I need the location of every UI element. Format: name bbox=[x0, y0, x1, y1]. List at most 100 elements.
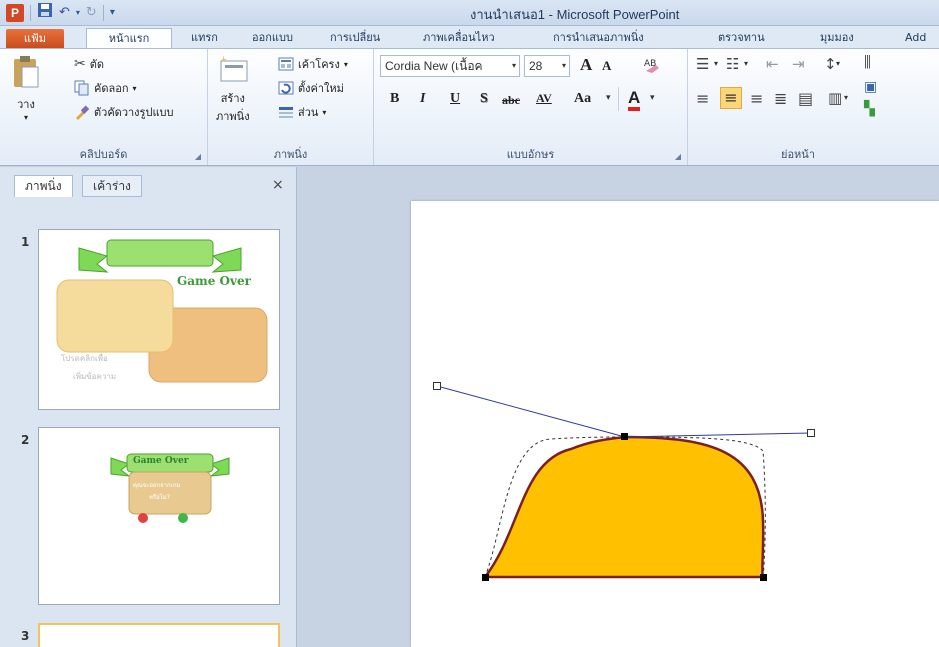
copy-button[interactable]: คัดลอก ▾ bbox=[74, 79, 137, 97]
shrink-font-button[interactable]: A bbox=[602, 58, 611, 74]
slide-number: 1 bbox=[21, 235, 30, 249]
font-size-value: 28 bbox=[529, 59, 543, 73]
font-group-label: แบบอักษร bbox=[506, 148, 555, 161]
ribbon-tabs: แฟ้ม หน้าแรก แทรก ออกแบบ การเปลี่ยน ภาพเ… bbox=[0, 26, 939, 50]
tab-home[interactable]: หน้าแรก bbox=[86, 28, 172, 50]
tab-insert[interactable]: แทรก bbox=[191, 28, 218, 48]
layout-dropdown-icon: ▾ bbox=[343, 59, 348, 69]
layout-button[interactable]: เค้าโครง ▾ bbox=[278, 55, 348, 73]
bezier-handle-left[interactable] bbox=[433, 382, 441, 390]
qat-separator bbox=[102, 5, 104, 21]
copy-dropdown-icon[interactable]: ▾ bbox=[133, 84, 137, 93]
align-right-icon[interactable]: ≡ bbox=[750, 89, 763, 108]
font-name-select[interactable]: Cordia New (เนื้อค ▾ bbox=[380, 55, 520, 77]
paste-label: วาง bbox=[17, 98, 35, 111]
underline-button[interactable]: U bbox=[450, 91, 460, 107]
undo-icon[interactable]: ↶ bbox=[59, 4, 70, 22]
font-size-dropdown-icon: ▾ bbox=[561, 61, 566, 70]
bullets-icon[interactable]: ☰ bbox=[696, 55, 709, 73]
font-name-value: Cordia New (เนื้อค bbox=[385, 59, 483, 73]
align-center-icon[interactable]: ≡ bbox=[720, 87, 742, 109]
font-size-select[interactable]: 28 ▾ bbox=[524, 55, 570, 77]
line-spacing-icon[interactable]: ↕ bbox=[824, 55, 837, 73]
tab-animations[interactable]: ภาพเคลื่อนไหว bbox=[423, 28, 495, 48]
text-direction-icon[interactable]: ⫼ bbox=[864, 53, 871, 71]
customize-qat-icon[interactable]: ▾ bbox=[110, 4, 115, 22]
new-slide-icon bbox=[220, 55, 248, 82]
change-case-dropdown-icon[interactable]: ▾ bbox=[606, 93, 611, 103]
vertex-point-bottom-right[interactable] bbox=[760, 574, 767, 581]
tab-slideshow[interactable]: การนำเสนอภาพนิ่ง bbox=[553, 28, 644, 48]
bold-button[interactable]: B bbox=[390, 91, 399, 107]
tab-design[interactable]: ออกแบบ bbox=[252, 28, 293, 48]
character-spacing-button[interactable]: AV bbox=[536, 91, 552, 106]
paste-icon bbox=[14, 56, 39, 88]
undo-dropdown-icon[interactable]: ▾ bbox=[76, 4, 80, 22]
clear-formatting-icon[interactable]: AB bbox=[642, 55, 662, 78]
shadow-button[interactable]: S bbox=[480, 91, 488, 107]
slide-2-caption-2: หรือไม่? bbox=[149, 494, 170, 501]
slide-1-caption-2: เพิ่มข้อความ bbox=[73, 372, 117, 381]
bullets-dropdown-icon[interactable]: ▾ bbox=[714, 59, 718, 68]
distributed-icon[interactable]: ▤ bbox=[798, 89, 813, 108]
section-label: ส่วน bbox=[298, 106, 319, 119]
scissors-icon: ✂ bbox=[74, 56, 86, 72]
slide-1-graphic bbox=[56, 239, 268, 383]
numbering-dropdown-icon[interactable]: ▾ bbox=[744, 59, 748, 68]
change-case-button[interactable]: Aa bbox=[574, 91, 591, 107]
slide-thumbnail-2[interactable]: Game Over คุณจะออกจากเกม หรือไม่? bbox=[38, 427, 280, 605]
paragraph-group: ☰ ▾ ☷ ▾ ⇤ ⇥ ↕ ▾ ⫼ ≡ ≡ ≡ ≣ ▤ ▥ ▾ ▣ ▚ ย่อห… bbox=[688, 49, 908, 165]
clipboard-group-label: คลิปบอร์ด bbox=[79, 148, 128, 161]
slides-group-label: ภาพนิ่ง bbox=[273, 148, 308, 161]
slides-panel: ภาพนิ่ง เค้าร่าง × 1 Game Over โปรดคลิกเ… bbox=[0, 167, 297, 647]
tab-review[interactable]: ตรวจทาน bbox=[718, 28, 765, 48]
slides-group: สร้าง ภาพนิ่ง เค้าโครง ▾ ตั้งค่าใหม่ ส่ว… bbox=[208, 49, 374, 165]
align-text-icon[interactable]: ▣ bbox=[864, 79, 877, 95]
font-color-button[interactable]: A bbox=[628, 89, 641, 111]
vertex-point-top[interactable] bbox=[621, 433, 628, 440]
new-slide-button[interactable]: สร้าง ภาพนิ่ง bbox=[216, 53, 250, 125]
slide-thumbnail-3[interactable] bbox=[38, 623, 280, 647]
smartart-icon[interactable]: ▚ bbox=[864, 101, 875, 117]
tab-file[interactable]: แฟ้ม bbox=[6, 29, 64, 49]
justify-icon[interactable]: ≣ bbox=[774, 89, 787, 108]
tab-transitions[interactable]: การเปลี่ยน bbox=[330, 28, 380, 48]
font-name-dropdown-icon: ▾ bbox=[511, 61, 516, 70]
cut-button[interactable]: ✂ ตัด bbox=[74, 55, 104, 73]
grow-font-button[interactable]: A bbox=[580, 55, 592, 75]
reset-button[interactable]: ตั้งค่าใหม่ bbox=[278, 79, 344, 97]
clipboard-launcher-icon[interactable]: ◢ bbox=[195, 152, 201, 161]
increase-indent-icon[interactable]: ⇥ bbox=[792, 55, 805, 73]
slide-number: 3 bbox=[21, 629, 30, 643]
section-button[interactable]: ส่วน ▾ bbox=[278, 103, 326, 121]
vertex-point-bottom-left[interactable] bbox=[482, 574, 489, 581]
paste-button[interactable]: วาง ▾ bbox=[10, 55, 42, 122]
decrease-indent-icon[interactable]: ⇤ bbox=[766, 55, 779, 73]
redo-icon[interactable]: ↻ bbox=[86, 4, 97, 22]
numbering-icon[interactable]: ☷ bbox=[726, 55, 739, 73]
font-launcher-icon[interactable]: ◢ bbox=[675, 152, 681, 161]
tab-addins[interactable]: Add bbox=[905, 28, 926, 48]
layout-label: เค้าโครง bbox=[298, 58, 340, 71]
columns-dropdown-icon[interactable]: ▾ bbox=[844, 93, 848, 102]
tab-view[interactable]: มุมมอง bbox=[820, 28, 854, 48]
tab-slides-pane[interactable]: ภาพนิ่ง bbox=[14, 175, 73, 197]
strikethrough-button[interactable]: abc bbox=[502, 93, 520, 108]
section-icon bbox=[279, 107, 293, 118]
save-icon[interactable] bbox=[37, 2, 53, 24]
paste-dropdown-icon[interactable]: ▾ bbox=[24, 113, 28, 122]
slide-1-banner-text: Game Over bbox=[177, 274, 251, 288]
columns-icon[interactable]: ▥ bbox=[828, 89, 842, 107]
bezier-handle-right[interactable] bbox=[807, 429, 815, 437]
tab-outline-pane[interactable]: เค้าร่าง bbox=[82, 175, 142, 197]
font-color-dropdown-icon[interactable]: ▾ bbox=[650, 93, 655, 103]
powerpoint-app-icon[interactable]: P bbox=[6, 4, 24, 22]
close-pane-icon[interactable]: × bbox=[272, 177, 284, 193]
format-painter-button[interactable]: ตัวคัดวางรูปแบบ bbox=[74, 103, 174, 121]
slide-thumbnail-1[interactable]: Game Over โปรดคลิกเพื่อ เพิ่มข้อความ bbox=[38, 229, 280, 410]
italic-button[interactable]: I bbox=[420, 91, 425, 107]
slide-canvas[interactable] bbox=[411, 201, 939, 647]
font-group: Cordia New (เนื้อค ▾ 28 ▾ A A AB B I U S… bbox=[374, 49, 688, 165]
line-spacing-dropdown-icon[interactable]: ▾ bbox=[836, 59, 840, 68]
align-left-icon[interactable]: ≡ bbox=[696, 89, 709, 108]
